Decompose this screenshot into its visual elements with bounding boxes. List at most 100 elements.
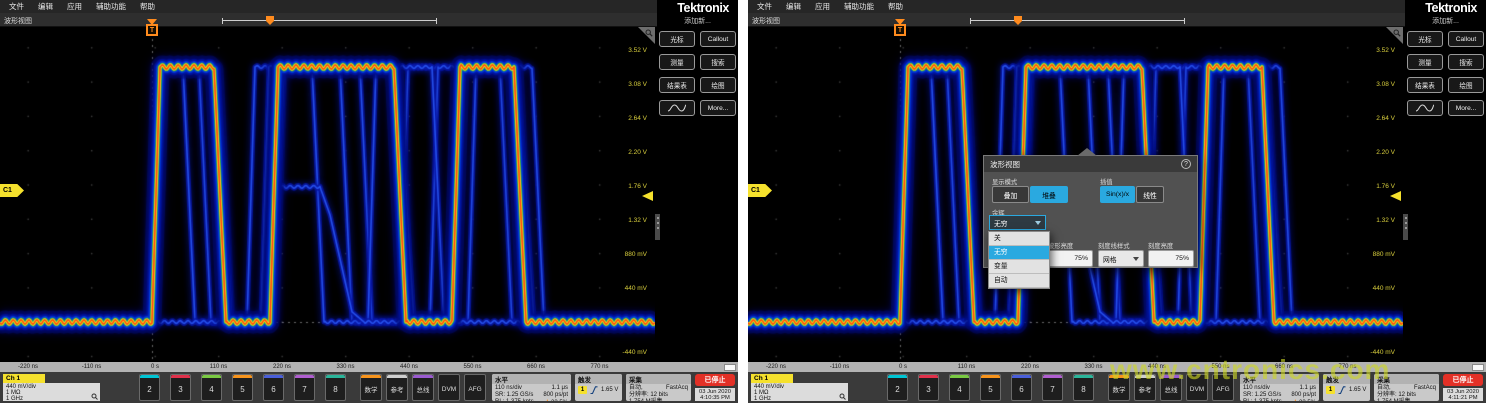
channel-3-button[interactable]: 3 xyxy=(170,374,191,401)
trigger-badge[interactable]: 触发 1 1.65 V xyxy=(575,374,622,401)
sidebar-button-more[interactable]: More... xyxy=(1448,100,1484,116)
channel-4-button[interactable]: 4 xyxy=(201,374,222,401)
sidebar-button-cursor[interactable]: 光标 xyxy=(659,31,695,47)
waveform-display[interactable] xyxy=(0,27,655,362)
sidebar-button-plots[interactable] xyxy=(659,100,695,116)
menu-item-file[interactable]: 文件 xyxy=(9,1,24,12)
menu-item-applications[interactable]: 应用 xyxy=(67,1,82,12)
persistence-dropdown-list: 关无穷变量自动 xyxy=(988,231,1050,289)
stopped-button[interactable]: 已停止 xyxy=(1443,374,1483,386)
dialog-title-bar[interactable]: 波形视图 ? xyxy=(984,156,1197,172)
channel-7-button[interactable]: 7 xyxy=(294,374,315,401)
channel-button-label: 3 xyxy=(178,378,182,400)
persistence-option[interactable]: 自动 xyxy=(989,274,1049,288)
channel-button-label: 8 xyxy=(1081,378,1085,400)
graticule-intensity-field[interactable]: 75% xyxy=(1148,250,1194,267)
bus-button[interactable]: 总线 xyxy=(412,374,434,401)
menu-item-file[interactable]: 文件 xyxy=(757,1,772,12)
display-mode-stacked-button[interactable]: 堆叠 xyxy=(1030,186,1068,203)
menu-item-utilities[interactable]: 辅助功能 xyxy=(844,1,874,12)
sidebar-button-results-table[interactable]: 结果表 xyxy=(659,77,695,93)
channel-3-button[interactable]: 3 xyxy=(918,374,939,401)
channel-7-button[interactable]: 7 xyxy=(1042,374,1063,401)
channel-2-button[interactable]: 2 xyxy=(887,374,908,401)
dvm-button[interactable]: DVM xyxy=(438,374,460,401)
channel-button-label: 7 xyxy=(1050,378,1054,400)
channel-5-button[interactable]: 5 xyxy=(980,374,1001,401)
channel-button-label: 6 xyxy=(271,378,275,400)
menu-item-help[interactable]: 帮助 xyxy=(888,1,903,12)
sidebar-button-callout[interactable]: Callout xyxy=(700,31,736,47)
channel-6-button[interactable]: 6 xyxy=(1011,374,1032,401)
horizontal-overview-bar[interactable] xyxy=(970,20,1185,25)
stopped-button[interactable]: 已停止 xyxy=(695,374,735,386)
interpolation-linear-button[interactable]: 线性 xyxy=(1136,186,1164,203)
trigger-position-marker[interactable]: T xyxy=(145,19,159,36)
waveform-intensity-field[interactable]: 75% xyxy=(1048,250,1093,267)
persistence-option[interactable]: 变量 xyxy=(989,260,1049,274)
persistence-option[interactable]: 无穷 xyxy=(989,246,1049,260)
horizontal-position: 1.1 μs xyxy=(552,385,568,392)
sidebar-button-callout[interactable]: Callout xyxy=(1448,31,1484,47)
menu-item-edit[interactable]: 编辑 xyxy=(786,1,801,12)
channel-8-button[interactable]: 8 xyxy=(325,374,346,401)
record-length: RL: 1.375 kpts xyxy=(1243,399,1282,401)
scrollbar-end-cap[interactable] xyxy=(1472,364,1484,371)
graticule-style-dropdown[interactable]: 网格 xyxy=(1098,250,1144,267)
menu-item-applications[interactable]: 应用 xyxy=(815,1,830,12)
channel-2-button[interactable]: 2 xyxy=(139,374,160,401)
voltage-axis-label: 1.32 V xyxy=(628,217,647,224)
sidebar-button-search[interactable]: 搜索 xyxy=(1448,54,1484,70)
trigger-level-drag-handle[interactable] xyxy=(655,214,660,240)
afg-button[interactable]: AFG xyxy=(464,374,486,401)
sidebar-button-search[interactable]: 搜索 xyxy=(700,54,736,70)
sidebar-button-plot[interactable]: 绘图 xyxy=(1448,77,1484,93)
trigger-position-marker[interactable]: T xyxy=(893,19,907,36)
waveform-area: 3.52 V3.08 V2.64 V2.20 V1.76 V1.32 V880 … xyxy=(0,27,655,362)
interpolation-sinx-button[interactable]: Sin(x)/x xyxy=(1100,186,1135,203)
sidebar-button-plots[interactable] xyxy=(1407,100,1443,116)
channel-5-button[interactable]: 5 xyxy=(232,374,253,401)
graticule-style-value: 网格 xyxy=(1103,254,1117,264)
sidebar-button-cursor[interactable]: 光标 xyxy=(1407,31,1443,47)
probe-icon xyxy=(839,393,846,400)
menu-item-help[interactable]: 帮助 xyxy=(140,1,155,12)
channel-4-button[interactable]: 4 xyxy=(949,374,970,401)
sidebar-button-plot[interactable]: 绘图 xyxy=(700,77,736,93)
ref-button[interactable]: 参考 xyxy=(386,374,408,401)
sidebar-button-measure[interactable]: 测量 xyxy=(1407,54,1443,70)
channel-6-button[interactable]: 6 xyxy=(263,374,284,401)
scrollbar-end-cap[interactable] xyxy=(724,364,736,371)
voltage-axis-label: 440 mV xyxy=(625,285,647,292)
channel-8-button[interactable]: 8 xyxy=(1073,374,1094,401)
horizontal-badge[interactable]: 水平 110 ns/div 1.1 μs SR: 1.25 GS/s 800 p… xyxy=(492,374,571,401)
waveform-view-tab[interactable]: 波形视图 xyxy=(752,16,780,26)
math-button[interactable]: 数学 xyxy=(360,374,382,401)
sidebar-button-results-table[interactable]: 结果表 xyxy=(1407,77,1443,93)
fastacq-usage-icon xyxy=(545,399,550,401)
horizontal-scale: 110 ns/div xyxy=(1243,385,1270,392)
display-mode-overlay-button[interactable]: 叠加 xyxy=(992,186,1029,203)
channel-button-label: 5 xyxy=(988,378,992,400)
time-axis-label: -220 ns xyxy=(18,364,38,370)
menu-item-edit[interactable]: 编辑 xyxy=(38,1,53,12)
graticule-style-label: 刻度线样式 xyxy=(1098,241,1129,250)
persistence-dropdown[interactable]: 无穷 xyxy=(989,215,1046,230)
time-axis-label: -110 ns xyxy=(82,364,102,370)
menu-item-utilities[interactable]: 辅助功能 xyxy=(96,1,126,12)
acquisition-badge[interactable]: 采集 自动, FastAcq 分辨率: 12 bits 1.754 M采集 xyxy=(626,374,691,401)
channel1-badge[interactable]: Ch 1 440 mV/div 1 MΩ 1 GHz xyxy=(3,374,100,401)
channel1-badge[interactable]: Ch 1 440 mV/div 1 MΩ 1 GHz xyxy=(751,374,848,401)
horizontal-overview-bar[interactable] xyxy=(222,20,437,25)
sidebar-button-more[interactable]: More... xyxy=(700,100,736,116)
waveform-view-tab[interactable]: 波形视图 xyxy=(4,16,32,26)
persistence-option[interactable]: 关 xyxy=(989,232,1049,246)
acquisition-title: 采集 xyxy=(626,374,691,384)
trigger-level-drag-handle[interactable] xyxy=(1403,214,1408,240)
sidebar-button-measure[interactable]: 测量 xyxy=(659,54,695,70)
oscilloscope-screen: 文件编辑应用辅助功能帮助 Tektronix 波形视图 3.52 V3.08 V… xyxy=(0,0,738,403)
help-icon[interactable]: ? xyxy=(1181,159,1191,169)
display-mode-label: 显示模式 xyxy=(992,177,1017,186)
fastacq-label: FastAcq xyxy=(1414,385,1436,392)
dialog-title: 波形视图 xyxy=(990,159,1020,170)
